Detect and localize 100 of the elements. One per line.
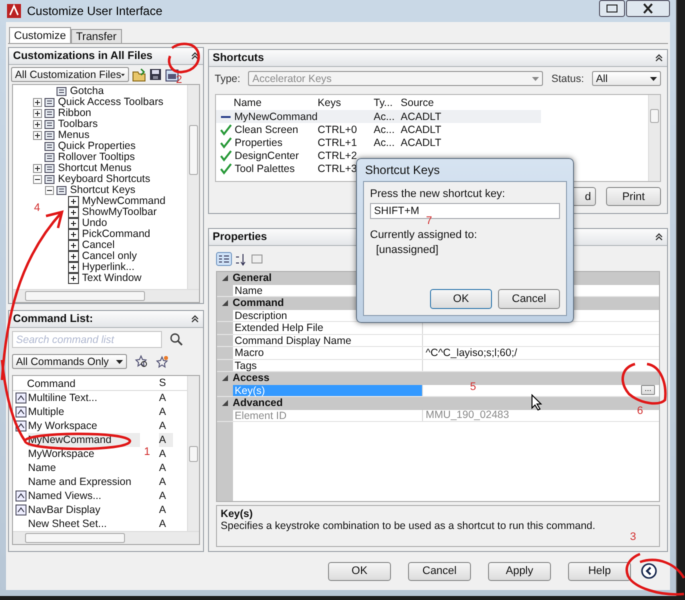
table-row[interactable]: DesignCenter CTRL+2 (216, 149, 541, 162)
column-header[interactable]: S (159, 377, 173, 390)
tree-item[interactable]: Menus (57, 130, 91, 141)
save-icon[interactable] (149, 68, 162, 81)
table-cell[interactable]: Multiple (28, 405, 140, 419)
tree-item[interactable]: Rollover Tooltips (57, 152, 136, 163)
collapse-icon[interactable] (655, 54, 663, 62)
table-cell-text: ACADLT (400, 124, 442, 136)
table-cell-text: A (159, 391, 168, 405)
table-cell[interactable]: MyWorkspace (28, 447, 140, 461)
table-cell-text: A (159, 475, 168, 489)
column-header[interactable]: Keys (318, 97, 374, 109)
column-header[interactable]: Name (216, 97, 318, 109)
column-header[interactable]: Ty... (374, 97, 401, 109)
tree-item[interactable]: ShowMyToolbar (81, 207, 158, 218)
collapse-icon[interactable] (655, 233, 663, 241)
item-icon (44, 130, 55, 141)
tree-item[interactable]: Keyboard Shortcuts (57, 174, 152, 185)
tree-item[interactable]: Undo (81, 218, 108, 229)
table-cell[interactable]: Multiline Text... (28, 391, 140, 405)
button[interactable]: OK (430, 289, 492, 309)
tree-item[interactable]: Cancel only (81, 251, 138, 262)
browse-button[interactable]: ... (641, 385, 655, 396)
tree-item[interactable]: Text Window (81, 273, 143, 284)
property-value: MMU_190_02483 (426, 409, 510, 422)
table-row[interactable]: MyNewCommand Ac... ACADLT (216, 110, 541, 123)
scrollbar[interactable] (13, 531, 199, 544)
table-cell[interactable]: NavBar Display (28, 503, 140, 517)
button[interactable]: Apply (488, 562, 551, 580)
tree-item[interactable]: Shortcut Keys (69, 185, 136, 196)
button[interactable]: Cancel (408, 562, 471, 580)
categorized-icon[interactable] (216, 252, 232, 266)
expander-icon[interactable] (33, 109, 42, 118)
search-icon[interactable] (170, 333, 183, 346)
property-name[interactable]: Tags (232, 360, 423, 371)
table-row[interactable]: Clean Screen CTRL+0 Ac... ACADLT (216, 123, 541, 136)
item-icon (56, 86, 67, 97)
collapse-icon[interactable] (190, 52, 199, 60)
status-dropdown[interactable]: All (592, 71, 661, 86)
collapse-icon[interactable] (190, 315, 199, 323)
button[interactable]: Cancel (498, 289, 560, 309)
tree-item[interactable]: Cancel (81, 240, 116, 251)
tree-item[interactable]: MyNewCommand (81, 196, 166, 207)
table-cell-text: A (159, 461, 168, 475)
scrollbar[interactable] (648, 95, 660, 181)
column-header[interactable]: Source (400, 97, 461, 109)
collapse-triangle-icon[interactable] (222, 300, 228, 306)
tree-item[interactable]: Ribbon (57, 108, 92, 119)
table-row[interactable]: Properties CTRL+1 Ac... ACADLT (216, 136, 541, 149)
file-filter-dropdown[interactable]: All Customization Files (11, 67, 129, 82)
expander-icon[interactable] (33, 175, 42, 184)
scrollbar[interactable] (186, 85, 199, 289)
command-icon (15, 406, 27, 418)
dialog-title: Shortcut Keys (364, 162, 441, 179)
tree-item[interactable]: PickCommand (81, 229, 152, 240)
table-cell[interactable]: Named Views... (28, 489, 140, 503)
expander-icon[interactable] (33, 120, 42, 129)
new-star-icon[interactable] (156, 355, 169, 368)
tab[interactable]: Customize (9, 27, 71, 43)
close-icon[interactable] (626, 0, 670, 17)
key-icon (68, 262, 79, 273)
find-star-icon[interactable] (135, 355, 148, 368)
button[interactable]: OK (328, 562, 391, 580)
tree-item[interactable]: Shortcut Menus (57, 163, 133, 174)
collapse-triangle-icon[interactable] (222, 400, 228, 406)
tree-item[interactable]: Toolbars (57, 119, 99, 130)
collapse-triangle-icon[interactable] (222, 375, 228, 382)
maximize-icon[interactable] (599, 0, 625, 17)
table-cell[interactable]: Name and Expression (28, 475, 140, 489)
table-cell[interactable]: New Sheet Set... (28, 517, 140, 531)
tree-item[interactable]: Gotcha (69, 86, 105, 97)
tree-item[interactable]: Quick Access Toolbars (57, 97, 164, 108)
scrollbar[interactable] (13, 289, 199, 302)
expander-icon[interactable] (33, 98, 42, 107)
expander-icon[interactable] (33, 164, 42, 173)
command-filter-dropdown[interactable]: All Commands Only (12, 354, 127, 369)
scrollbar[interactable] (186, 376, 199, 531)
open-folder-icon[interactable] (132, 68, 146, 82)
expander-icon[interactable] (33, 131, 42, 140)
key-icon (68, 273, 79, 284)
dropdown-arrow-icon (650, 76, 657, 80)
expander-icon[interactable] (45, 186, 54, 195)
button[interactable]: Print (606, 187, 661, 206)
property-name[interactable]: Macro (232, 347, 423, 358)
search-field[interactable]: Search command list (12, 331, 162, 348)
prompt-label: Press the new shortcut key: (370, 188, 506, 200)
property-name[interactable]: Command Display Name (232, 334, 423, 346)
tab[interactable]: Transfer (70, 29, 122, 43)
table-cell: Tool Palettes (234, 162, 295, 174)
tree-item[interactable]: Quick Properties (57, 141, 137, 152)
table-cell[interactable]: Name (28, 461, 140, 475)
tree-item[interactable]: Hyperlink... (81, 262, 136, 273)
collapse-triangle-icon[interactable] (222, 275, 228, 282)
column-header[interactable]: Command (13, 377, 159, 390)
annotation-number: 1 (144, 446, 150, 458)
sort-icon[interactable] (234, 252, 247, 266)
table-cell-text: A (159, 489, 168, 503)
annotation-number: 2 (176, 74, 182, 86)
button[interactable]: Help (568, 562, 631, 580)
table-cell[interactable]: My Workspace (28, 419, 140, 433)
